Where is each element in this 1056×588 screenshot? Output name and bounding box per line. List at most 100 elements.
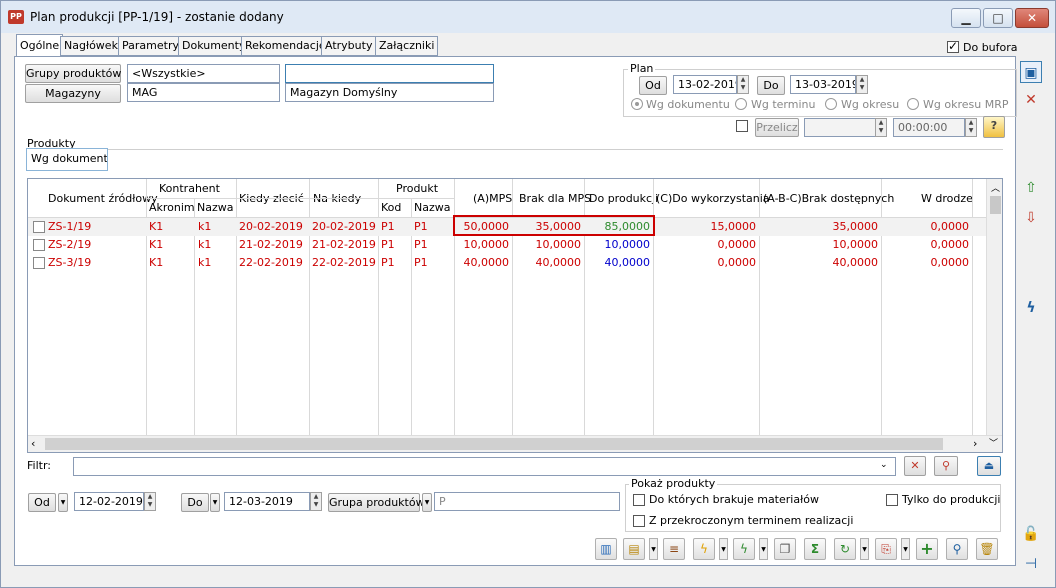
filter-apply-icon[interactable]: ⏏: [977, 456, 1001, 476]
row-checkbox[interactable]: [33, 239, 45, 251]
bottom-do-dropdown[interactable]: ▼: [210, 493, 220, 512]
import-down-icon[interactable]: ⇩: [1020, 207, 1042, 229]
radio-wg-terminu[interactable]: [735, 98, 747, 110]
plan-do-button[interactable]: Do: [757, 76, 785, 95]
scroll-thumb[interactable]: [990, 196, 1001, 214]
scroll-down-icon[interactable]: ﹀: [989, 436, 998, 449]
radio-wg-dokumentu[interactable]: [631, 98, 643, 110]
refresh-icon[interactable]: ↻: [834, 538, 856, 560]
bottom-od-button[interactable]: Od: [28, 493, 56, 512]
plan-od-button[interactable]: Od: [639, 76, 667, 95]
col-dokument-header[interactable]: Dokument źródłowy: [48, 192, 158, 205]
generate-dropdown[interactable]: ▼: [719, 538, 728, 560]
row-checkbox[interactable]: [33, 221, 45, 233]
export-up-icon[interactable]: ⇧: [1020, 177, 1042, 199]
plan-do-field[interactable]: 13-03-2019: [790, 75, 856, 94]
col-mps-header[interactable]: (A)MPS: [473, 192, 512, 205]
scroll-up-icon[interactable]: ︿: [991, 181, 1000, 194]
col-produkt-header[interactable]: Produkt: [396, 182, 438, 195]
col-brak-header[interactable]: Brak dla MPS: [519, 192, 591, 205]
grupy-produktow-field[interactable]: <Wszystkie>: [127, 64, 280, 83]
col-abc-header[interactable]: (A-B-C)Brak dostępnych: [763, 192, 894, 205]
help-question-icon[interactable]: ?: [983, 116, 1005, 138]
generate-icon[interactable]: ϟ: [693, 538, 715, 560]
report-dropdown[interactable]: ▼: [649, 538, 658, 560]
col-do-prod-header[interactable]: Do produkcji: [589, 192, 658, 205]
tab-ogolne[interactable]: Ogólne: [16, 34, 64, 57]
bottom-od-field[interactable]: 12-02-2019: [74, 492, 144, 511]
chart-icon[interactable]: ▥: [595, 538, 617, 560]
table-row[interactable]: ZS-2/19 K1 k1 21-02-2019 21-02-2019 P1 P…: [28, 236, 986, 254]
grupy-produktow-desc[interactable]: [285, 64, 494, 83]
lock-icon[interactable]: 🔓: [1020, 523, 1042, 545]
trash-icon[interactable]: 🗑: [976, 538, 998, 560]
col-nazwa-header[interactable]: Nazwa: [197, 201, 233, 214]
document-dropdown[interactable]: ▼: [901, 538, 910, 560]
filter-builder-icon[interactable]: ⚲: [934, 456, 958, 476]
h-scroll-thumb[interactable]: [45, 438, 943, 450]
add-icon[interactable]: +: [916, 538, 938, 560]
scroll-left-icon[interactable]: ‹: [31, 437, 35, 450]
run-icon[interactable]: ϟ: [733, 538, 755, 560]
radio-wg-okresu[interactable]: [825, 98, 837, 110]
tab-rekomendacje[interactable]: Rekomendacje: [241, 36, 330, 56]
bottom-do-spinner[interactable]: ▲ ▼: [310, 492, 322, 511]
report-icon[interactable]: ▤: [623, 538, 645, 560]
lightning-icon[interactable]: ϟ: [1020, 297, 1042, 319]
przelicz-checkbox[interactable]: [736, 120, 748, 132]
save-icon[interactable]: ▣: [1020, 61, 1042, 83]
maximize-button[interactable]: □: [983, 8, 1013, 28]
col-akronim-header[interactable]: Akronim: [149, 201, 195, 214]
run-dropdown[interactable]: ▼: [759, 538, 768, 560]
plan-od-field[interactable]: 13-02-2019: [673, 75, 737, 94]
col-pnazwa-header[interactable]: Nazwa: [414, 201, 450, 214]
minimize-button[interactable]: ▁: [951, 8, 981, 28]
radio-wg-okresu-mrp[interactable]: [907, 98, 919, 110]
grupa-produktow-button[interactable]: Grupa produktów: [328, 493, 425, 512]
clear-filter-icon[interactable]: ✕: [904, 456, 926, 476]
bottom-do-field[interactable]: 12-03-2019: [224, 492, 310, 511]
bottom-od-spinner[interactable]: ▲ ▼: [144, 492, 156, 511]
grid-horizontal-scrollbar[interactable]: ‹ › ﹀: [28, 435, 1002, 452]
time-spinner[interactable]: ▲ ▼: [965, 118, 977, 137]
bottom-od-dropdown[interactable]: ▼: [58, 493, 68, 512]
plan-od-spinner[interactable]: ▲ ▼: [737, 75, 749, 94]
document-icon[interactable]: ⎘: [875, 538, 897, 560]
pin-icon[interactable]: ⊣: [1020, 553, 1042, 575]
tab-atrybuty[interactable]: Atrybuty: [321, 36, 377, 56]
filtr-dropdown-icon[interactable]: ⌄: [880, 460, 888, 470]
plan-do-spinner[interactable]: ▲ ▼: [856, 75, 868, 94]
col-w-drodze-header[interactable]: W drodze: [921, 192, 973, 205]
chk-tylko-do-produkcji[interactable]: [886, 494, 898, 506]
do-bufora-checkbox[interactable]: [947, 39, 959, 53]
grupy-produktow-button[interactable]: Grupy produktów: [25, 64, 121, 83]
bottom-do-button[interactable]: Do: [181, 493, 209, 512]
grupa-produktow-field[interactable]: P: [434, 492, 620, 511]
copy-icon[interactable]: ❐: [774, 538, 796, 560]
time-field[interactable]: 00:00:00: [893, 118, 965, 137]
refresh-dropdown[interactable]: ▼: [860, 538, 869, 560]
search-icon[interactable]: ⚲: [946, 538, 968, 560]
sum-icon[interactable]: Σ: [804, 538, 826, 560]
przelicz-button[interactable]: Przelicz: [755, 118, 799, 137]
subtab-wg-dokumentu[interactable]: Wg dokumentu: [26, 148, 108, 171]
scroll-right-icon[interactable]: ›: [973, 437, 977, 450]
col-c-do-header[interactable]: (C)Do wykorzystania: [656, 192, 770, 205]
przelicz-field[interactable]: [804, 118, 876, 137]
filtr-field[interactable]: [73, 457, 896, 476]
grid-vertical-scrollbar[interactable]: ︿: [986, 179, 1002, 435]
list-icon[interactable]: ≡: [663, 538, 685, 560]
chk-przekroczony-termin[interactable]: [633, 515, 645, 527]
tab-naglowek[interactable]: Nagłówek: [60, 36, 122, 56]
col-kontrahent-header[interactable]: Kontrahent: [159, 182, 220, 195]
tab-parametry[interactable]: Parametry: [118, 36, 183, 56]
grupa-produktow-dropdown[interactable]: ▼: [422, 493, 432, 512]
col-kod-header[interactable]: Kod: [381, 201, 401, 214]
table-row[interactable]: ZS-3/19 K1 k1 22-02-2019 22-02-2019 P1 P…: [28, 254, 986, 272]
close-button[interactable]: ✕: [1015, 8, 1049, 28]
przelicz-spinner[interactable]: ▲ ▼: [875, 118, 887, 137]
row-checkbox[interactable]: [33, 257, 45, 269]
delete-icon[interactable]: ✕: [1020, 89, 1042, 111]
magazyny-field[interactable]: MAG: [127, 83, 280, 102]
chk-brakuje-materialow[interactable]: [633, 494, 645, 506]
